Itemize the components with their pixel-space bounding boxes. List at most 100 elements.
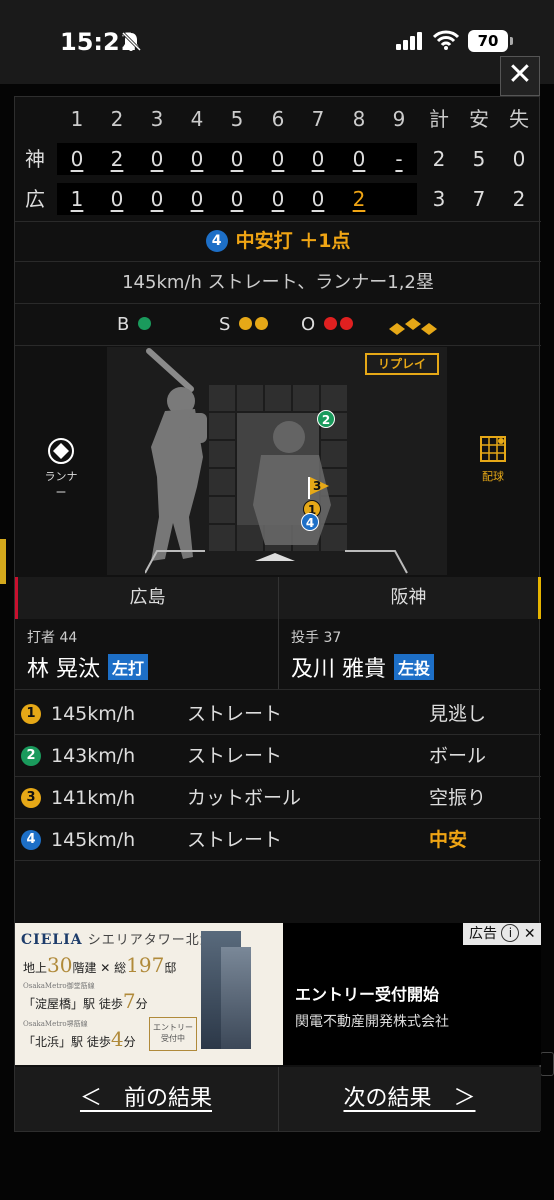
pitch-speed: 145km/h <box>51 703 136 725</box>
out-count: O <box>301 314 353 335</box>
inning-header: 7 <box>311 107 325 131</box>
pitcher-info: 投手 37 及川 雅貴 左投 <box>278 619 541 689</box>
batter-name[interactable]: 林 晃汰 <box>27 657 100 682</box>
pitcher-name-row: 及川 雅貴 左投 <box>291 651 435 683</box>
inning-header: 2 <box>110 107 124 131</box>
ad-text: 7 <box>122 989 136 1013</box>
zone-cell <box>209 413 235 439</box>
ad-text: 階建 ✕ 総 <box>72 961 127 975</box>
close-icon[interactable]: ✕ <box>524 926 536 942</box>
pitch-number-badge: 2 <box>21 746 41 766</box>
inning-score[interactable]: 0 <box>143 179 171 219</box>
battery-indicator: 70 <box>468 30 513 52</box>
home-team-name: 阪神 <box>278 577 541 619</box>
batter-info: 打者 44 林 晃汰 左打 <box>15 619 277 689</box>
info-icon[interactable]: i <box>501 924 520 942</box>
zone-cell <box>321 385 347 411</box>
inning-score[interactable]: 0 <box>345 139 373 179</box>
pitch-chart-button[interactable]: 配球 <box>473 435 513 484</box>
pitch-chart-label: 配球 <box>482 470 504 483</box>
pitch-row[interactable]: 1 145km/h ストレート 見逃し <box>15 693 541 735</box>
play-detail-modal: 1 2 3 4 5 6 7 8 9 計 安 失 神 0 2 0 0 0 0 0 … <box>14 96 541 1132</box>
ad-image[interactable]: CIELIA シエリアタワー北浜 地上30階建 ✕ 総197邸 OsakaMet… <box>15 923 283 1065</box>
inning-score[interactable]: 0 <box>223 179 251 219</box>
result-navigation: ＜ 前の結果 次の結果 ＞ <box>15 1067 541 1131</box>
zone-cell <box>237 385 263 411</box>
out-dot <box>323 317 337 330</box>
home-plate-lines <box>145 550 408 574</box>
pitch-number-badge: 3 <box>21 788 41 808</box>
ad-badge: エントリー受付中 <box>149 1017 197 1051</box>
pitch-marker-4[interactable]: 4 <box>301 513 319 531</box>
runner-label: ランナー <box>44 470 78 499</box>
total-header-hits: 安 <box>469 107 489 131</box>
inning-score[interactable]: 0 <box>304 179 332 219</box>
inning-score[interactable]: 0 <box>103 179 131 219</box>
ball-label: B <box>117 314 130 335</box>
ad-text: 「北浜」駅 徒歩 <box>23 1035 111 1049</box>
background-edge <box>0 539 6 584</box>
zone-cell <box>209 441 235 467</box>
inning-score[interactable]: 0 <box>63 139 91 179</box>
total-hits: 7 <box>472 187 486 211</box>
ad-title[interactable]: エントリー受付開始 <box>295 981 439 1005</box>
pitch-marker-2[interactable]: 2 <box>317 410 335 428</box>
pitch-number-badge: 4 <box>21 830 41 850</box>
pitch-row[interactable]: 4 145km/h ストレート 中安 <box>15 819 541 861</box>
inning-header: 1 <box>70 107 84 131</box>
inning-score[interactable]: 0 <box>304 139 332 179</box>
inning-score[interactable]: 0 <box>264 179 292 219</box>
zone-cell <box>293 385 319 411</box>
ad-logo-text: CIELIA <box>21 932 83 948</box>
out-dot <box>339 317 353 330</box>
background-edge <box>540 1052 554 1076</box>
pitch-list: 1 145km/h ストレート 見逃し 2 143km/h ストレート ボール … <box>15 693 541 861</box>
play-result: 4 中安打 ＋1点 <box>15 221 541 261</box>
pitcher-role: 投手 37 <box>291 630 342 646</box>
inning-score[interactable]: 2 <box>103 139 131 179</box>
inning-score-current[interactable]: 2 <box>345 179 373 219</box>
ad-text: 4 <box>110 1027 124 1051</box>
total-errors: 2 <box>512 187 526 211</box>
inning-score[interactable]: 0 <box>143 139 171 179</box>
ad-label[interactable]: 広告 i ✕ <box>463 923 541 945</box>
divider <box>15 303 541 304</box>
pitch-type: ストレート <box>187 703 283 725</box>
pitch-marker-3[interactable]: 3 <box>313 479 321 493</box>
inning-score[interactable]: 0 <box>183 139 211 179</box>
ad-access-line: 「北浜」駅 徒歩4分 <box>23 1027 136 1051</box>
pitcher-name[interactable]: 及川 雅貴 <box>291 657 386 682</box>
bases-diamond-icon <box>389 318 437 335</box>
total-errors: 0 <box>512 147 526 171</box>
inning-score[interactable]: 0 <box>264 139 292 179</box>
pitch-row[interactable]: 3 141km/h カットボール 空振り <box>15 777 541 819</box>
ball-count: B <box>117 314 152 335</box>
ad-text: 分 <box>123 1035 136 1049</box>
diamond-icon <box>48 438 74 464</box>
pitch-number-badge: 4 <box>205 230 228 252</box>
inning-header: 5 <box>230 107 244 131</box>
status-bar: 15:21 70 <box>0 0 554 84</box>
batter-role: 打者 44 <box>27 630 78 646</box>
close-button[interactable]: ✕ <box>500 56 540 96</box>
inning-header: 3 <box>150 107 164 131</box>
ad-banner[interactable]: CIELIA シエリアタワー北浜 地上30階建 ✕ 総197邸 OsakaMet… <box>15 923 541 1065</box>
zone-cell <box>209 385 235 411</box>
pitch-row[interactable]: 2 143km/h ストレート ボール <box>15 735 541 777</box>
pitcher-hand-badge: 左投 <box>394 654 435 680</box>
inning-score[interactable]: 1 <box>63 179 91 219</box>
next-result-button[interactable]: 次の結果 ＞ <box>278 1067 540 1131</box>
runner-button[interactable]: ランナー <box>41 437 81 500</box>
pitch-speed: 143km/h <box>51 745 136 767</box>
pitch-speed: 145km/h <box>51 829 136 851</box>
ad-label-text: 広告 <box>469 926 497 942</box>
inning-score[interactable]: 0 <box>223 139 251 179</box>
zone-cell <box>209 497 235 523</box>
pitch-number-badge: 1 <box>21 704 41 724</box>
inning-score[interactable]: 0 <box>183 179 211 219</box>
divider <box>15 689 541 690</box>
inning-score[interactable]: - <box>385 139 413 179</box>
previous-result-button[interactable]: ＜ 前の結果 <box>15 1067 277 1131</box>
pitch-result: 中安 <box>429 829 468 851</box>
replay-button[interactable]: リプレイ <box>365 353 439 375</box>
